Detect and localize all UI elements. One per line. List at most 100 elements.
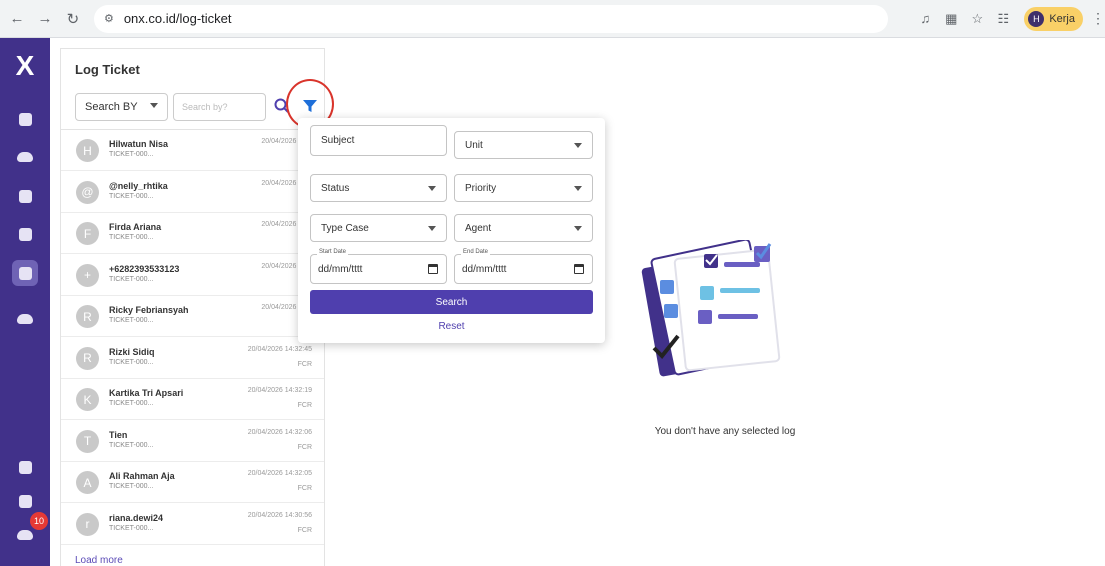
ticket-customer-name: Firda Ariana [109,222,162,232]
type-case-select[interactable]: Type Case [310,214,447,242]
forward-icon[interactable]: → [34,8,56,30]
search-by-label: Search BY [85,101,138,113]
ticket-tag: FCR [297,402,312,409]
end-date-input[interactable]: End Date dd/mm/tttt [454,249,593,284]
avatar: F [76,222,99,245]
book-icon[interactable] [12,454,38,480]
ticket-row[interactable]: R Rizki Sidiq TICKET-000... 20/04/2026 14:3… [61,338,324,379]
ticket-customer-name: Hilwatun Nisa [109,139,169,149]
avatar: + [76,263,99,287]
avatar: R [76,305,99,328]
search-by-dropdown[interactable]: Search BY [75,93,168,121]
chat-icon[interactable] [12,144,38,170]
status-label: Status [321,182,350,194]
subject-input[interactable]: Subject [310,125,447,156]
search-button[interactable]: Search [310,290,593,314]
agent-select[interactable]: Agent [454,214,593,242]
ticket-timestamp: 20/04/2026 14:32:05 [247,470,312,477]
ticket-id: TICKET-000... [109,358,154,366]
ticket-timestamp: 20/04/2026 14:32:06 [247,428,312,436]
reset-link[interactable]: Reset [298,321,605,332]
type-case-label: Type Case [321,222,369,234]
team-icon[interactable] [12,306,38,332]
calendar-icon[interactable] [428,264,438,274]
ticket-tag: FCR [297,526,312,534]
empty-state-message: You don't have any selected log [654,426,796,437]
filter-popup: Subject Unit Status Priority Type Case A… [298,118,605,343]
address-bar[interactable]: ⚙ onx.co.id/log-ticket [93,4,889,33]
ticket-customer-name: riana.dewi24 [109,512,164,523]
profile-chip[interactable]: H Kerja [1024,6,1083,31]
ticket-customer-name: @nelly_rhtika [109,180,168,191]
ticket-tag: FCR [297,485,312,492]
profile-label: Kerja [1049,12,1075,25]
avatar: r [76,512,99,536]
site-settings-icon[interactable]: ⚙ [104,12,114,25]
ticket-row[interactable]: H Hilwatun Nisa TICKET-000... 20/04/2026 14… [61,130,324,171]
ticket-timestamp: 20/04/2026 14:32:45 [247,345,312,353]
ticket-id: TICKET-000... [109,275,154,283]
ticket-id: TICKET-000... [109,524,154,532]
ticket-customer-name: Ali Rahman Aja [109,471,175,481]
calendar-icon[interactable] [574,264,584,274]
avatar: T [76,429,99,453]
notification-badge: 10 [30,512,48,530]
ticket-customer-name: Tien [109,429,128,440]
ticket-row[interactable]: K Kartika Tri Apsari TICKET-000... 20/04/20… [61,379,324,420]
start-date-input[interactable]: Start Date dd/mm/tttt [310,249,447,284]
chevron-down-icon [574,226,582,231]
chevron-down-icon [428,226,436,231]
translate-icon[interactable]: ▦ [938,8,964,30]
end-date-placeholder: dd/mm/tttt [462,263,507,275]
end-date-label: End Date [461,249,491,255]
unit-label: Unit [465,139,483,151]
ticket-id: TICKET-000... [109,441,154,449]
more-menu-icon[interactable]: ⋮ [1091,10,1105,27]
priority-select[interactable]: Priority [454,174,593,202]
ticket-id: TICKET-000... [109,234,154,241]
ticket-row[interactable]: + +6282393533123 TICKET-000... 20/04/2026 1… [61,255,324,296]
avatar: H [76,139,99,162]
ticket-icon[interactable] [12,260,38,286]
ticket-tag: FCR [297,443,312,451]
ticket-row[interactable]: @ @nelly_rhtika TICKET-000... 20/04/2026 14… [61,172,324,213]
extensions-icon[interactable]: ☷ [990,8,1016,30]
contacts-icon[interactable] [12,221,38,247]
ticket-row[interactable]: r riana.dewi24 TICKET-000... 20/04/2026 14:… [61,504,324,545]
ticket-list-panel: Log Ticket Search BY H Hilwatun Nisa TICKE… [60,48,334,566]
dashboard-icon[interactable] [12,106,38,132]
search-input[interactable] [173,93,266,121]
load-more-link[interactable]: Load more [75,555,123,566]
ticket-row[interactable]: A Ali Rahman Aja TICKET-000... 20/04/2026 1… [61,462,324,503]
ticket-timestamp: 20/04/2026 14:32:19 [247,387,312,394]
ticket-row[interactable]: R Ricky Febriansyah TICKET-000... 20/04/202… [61,296,324,337]
read-aloud-icon[interactable]: ♫ [912,8,938,30]
avatar: @ [76,180,99,204]
status-select[interactable]: Status [310,174,447,202]
ticket-id: TICKET-000... [109,317,154,324]
app-sidebar: X [0,38,50,566]
app-logo: X [15,50,35,81]
ticket-customer-name: Ricky Febriansyah [109,305,189,315]
ticket-id: TICKET-000... [109,483,154,490]
avatar: R [76,346,99,370]
reload-icon[interactable]: ↻ [62,8,84,30]
chevron-down-icon [574,143,582,148]
report-icon[interactable] [12,488,38,514]
bookmark-star-icon[interactable]: ☆ [964,8,990,30]
subject-placeholder: Subject [321,135,355,146]
url-text: onx.co.id/log-ticket [123,11,232,26]
agent-label: Agent [465,222,492,234]
ticket-row[interactable]: T Tien TICKET-000... 20/04/2026 14:32:06 FCR [61,421,324,462]
chevron-down-icon [428,186,436,191]
unit-select[interactable]: Unit [454,131,593,159]
start-date-label: Start Date [317,249,349,255]
back-icon[interactable]: ← [6,8,28,30]
ticket-row[interactable]: F Firda Ariana TICKET-000... 20/04/2026 14:… [61,213,324,254]
panel-title: Log Ticket [75,62,140,77]
avatar: K [76,388,99,411]
chevron-down-icon [150,103,158,108]
ticket-id: TICKET-000... [109,192,154,200]
documents-icon[interactable] [12,183,38,209]
ticket-id: TICKET-000... [109,400,154,407]
